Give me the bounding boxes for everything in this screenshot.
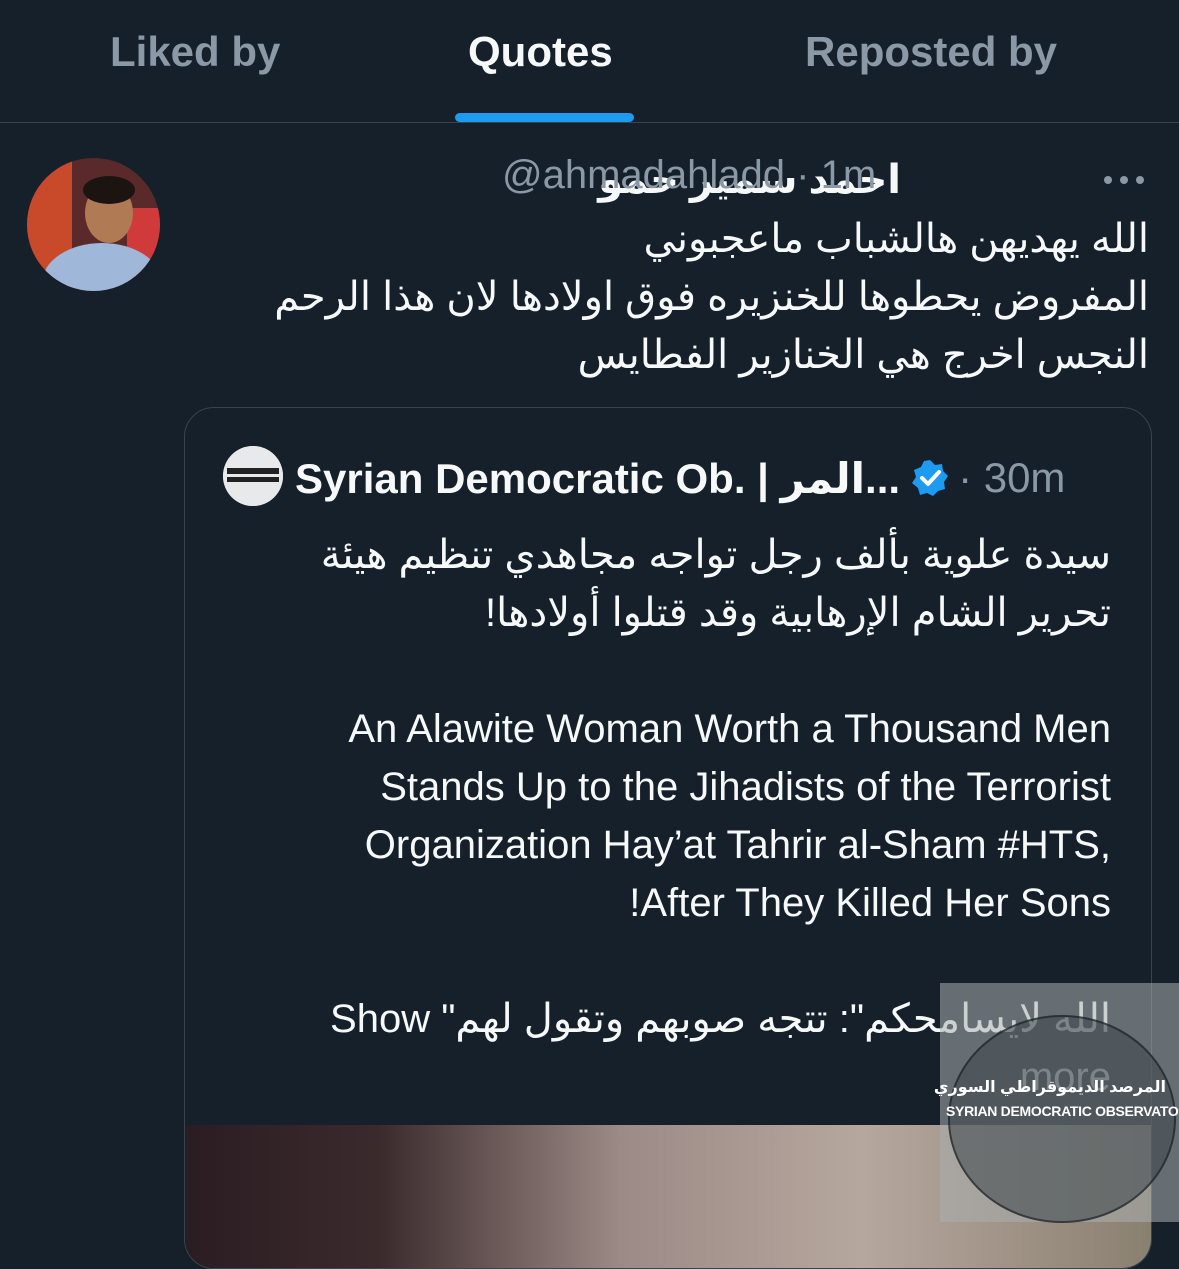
- tab-liked-by[interactable]: Liked by: [110, 28, 280, 76]
- watermark-arabic-text: المرصد الديموقراطي السوري: [933, 1079, 1166, 1096]
- tweet-text: الله يهديهن هالشباب ماعجبوني المفروض يحط…: [189, 210, 1149, 384]
- quoted-author-avatar[interactable]: [223, 446, 283, 506]
- avatar[interactable]: [27, 158, 160, 291]
- tab-reposted-by[interactable]: Reposted by: [805, 28, 1057, 76]
- active-tab-indicator: [455, 113, 634, 122]
- quoted-tweet-time: · 30m: [958, 454, 1066, 501]
- tab-bar: Liked by Quotes Reposted by: [0, 0, 1179, 123]
- quoted-author-line: Syrian Democratic Ob. | المر... · 30m: [295, 448, 1065, 508]
- quote-en-line: !After They Killed Her Sons: [629, 881, 1111, 925]
- more-horizontal-icon[interactable]: [1100, 160, 1148, 200]
- tweet-line: الله يهديهن هالشباب ماعجبوني: [643, 217, 1150, 261]
- verified-badge-icon: [910, 458, 950, 498]
- quote-ar-line: سيدة علوية بألف رجل تواجه مجاهدي تنظيم ه…: [320, 533, 1111, 577]
- tweet-line: المفروض يحطوها للخنزيره فوق اولادها لان …: [274, 275, 1149, 319]
- watermark-english-text: SYRIAN DEMOCRATIC OBSERVATORY: [946, 1103, 1179, 1119]
- tab-quotes[interactable]: Quotes: [468, 28, 613, 76]
- quote-en-line: Organization Hay’at Tahrir al-Sham #HTS,: [364, 823, 1111, 867]
- author-handle-time: @ahmadahladd · 1m: [502, 153, 877, 197]
- quoted-author-name[interactable]: Syrian Democratic Ob. | المر...: [295, 454, 900, 503]
- observatory-logo: [948, 1015, 1176, 1223]
- quote-en-line: Stands Up to the Jihadists of the Terror…: [380, 765, 1111, 809]
- tweet-line: النجس اخرج هي الخنازير الفطايس: [577, 333, 1149, 377]
- quote-ar-line: تحرير الشام الإرهابية وقد قتلوا أولادها!: [485, 591, 1111, 635]
- quote-en-line: An Alawite Woman Worth a Thousand Men: [348, 707, 1111, 751]
